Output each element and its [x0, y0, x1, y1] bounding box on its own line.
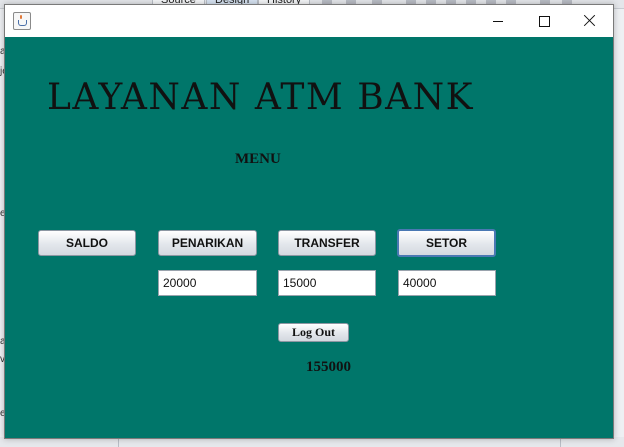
content-panel: LAYANAN ATM BANK MENU SALDO PENARIKAN TR… — [5, 37, 613, 438]
close-button[interactable] — [567, 5, 613, 37]
maximize-button[interactable] — [521, 5, 567, 37]
close-icon — [584, 14, 596, 26]
setor-amount-field[interactable] — [398, 270, 496, 296]
saldo-button[interactable]: SALDO — [38, 230, 136, 256]
setor-button[interactable]: SETOR — [397, 229, 496, 257]
balance-value: 155000 — [306, 359, 351, 375]
minimize-button[interactable] — [475, 5, 521, 37]
java-steam — [20, 15, 22, 19]
maximize-icon — [539, 16, 550, 27]
transfer-amount-field[interactable] — [278, 270, 376, 296]
logout-button[interactable]: Log Out — [278, 323, 349, 342]
transfer-button[interactable]: TRANSFER — [278, 230, 376, 256]
java-cup — [18, 20, 27, 26]
penarikan-button[interactable]: PENARIKAN — [158, 230, 257, 256]
minimize-icon — [493, 21, 503, 22]
title-bar[interactable] — [5, 5, 613, 37]
app-heading: LAYANAN ATM BANK — [47, 77, 475, 118]
atm-window: LAYANAN ATM BANK MENU SALDO PENARIKAN TR… — [4, 4, 614, 439]
menu-label: MENU — [235, 151, 281, 167]
penarikan-amount-field[interactable] — [158, 270, 257, 296]
java-icon — [13, 12, 31, 30]
